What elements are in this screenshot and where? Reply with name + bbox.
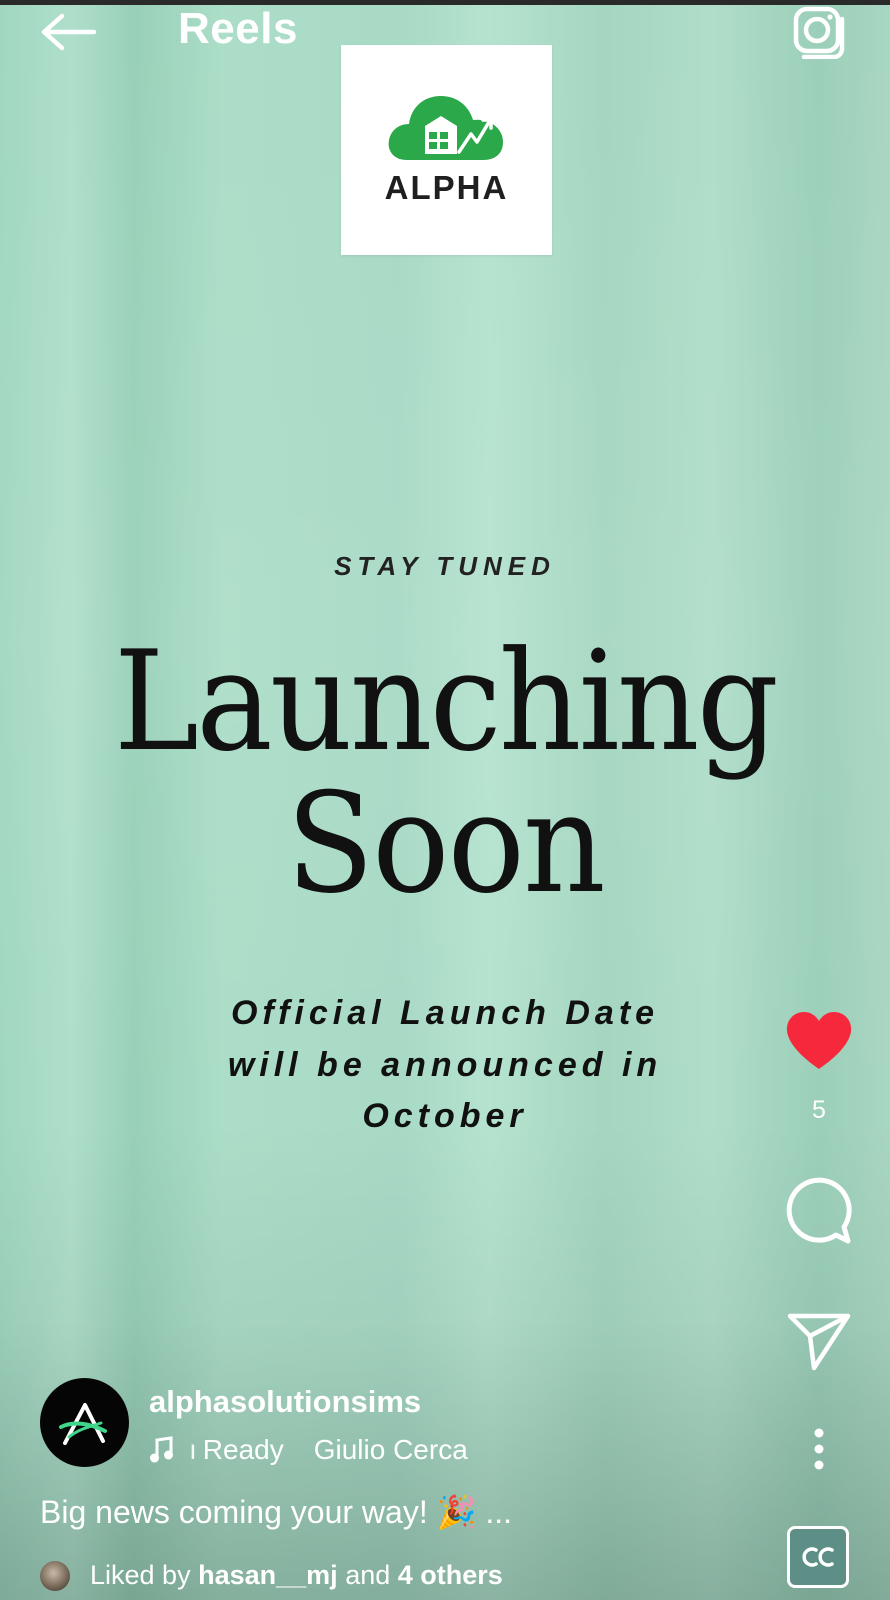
brand-logo-text: ALPHA — [384, 169, 509, 206]
headline-line-1: Launching — [113, 621, 779, 782]
launch-info-line-3: October — [362, 1097, 528, 1135]
audio-title: Ready — [202, 1434, 284, 1465]
like-button[interactable] — [780, 1010, 858, 1072]
like-count[interactable]: 5 — [780, 1096, 858, 1125]
liked-by-and: and — [345, 1560, 391, 1590]
liked-by-row[interactable]: Liked by hasan__mj and 4 others — [40, 1560, 503, 1591]
heart-filled-icon — [786, 1012, 852, 1069]
status-bar — [0, 0, 890, 5]
audio-thumbnail-button[interactable] — [787, 1526, 849, 1588]
liked-by-others[interactable]: 4 others — [398, 1560, 503, 1591]
liked-by-user[interactable]: hasan__mj — [198, 1560, 338, 1591]
launch-info-line-2: will be announced in — [227, 1046, 663, 1084]
brand-logo-card: ALPHA — [341, 45, 552, 255]
music-note-icon — [150, 1436, 173, 1463]
stay-tuned-text: STAY TUNED — [334, 551, 556, 581]
alpha-logo-avatar-icon — [58, 1402, 107, 1445]
comment-icon — [786, 1177, 852, 1244]
arrow-left-icon — [41, 13, 97, 51]
post-caption[interactable]: Big news coming your way! 🎉 ... — [40, 1493, 512, 1531]
camera-button[interactable] — [788, 4, 848, 60]
profile-avatar[interactable] — [40, 1378, 129, 1467]
more-options-button[interactable] — [780, 1424, 858, 1474]
page-title: Reels — [178, 4, 298, 53]
launch-info-line-1: Official Launch Date — [230, 994, 660, 1032]
comment-button[interactable] — [780, 1175, 858, 1249]
paper-plane-icon — [787, 1313, 851, 1371]
audio-thumbnail-gc — [802, 1547, 834, 1567]
share-button[interactable] — [780, 1308, 858, 1374]
headline-line-2: Soon — [286, 763, 606, 924]
liked-by-prefix: Liked by — [90, 1560, 191, 1590]
username[interactable]: alphasolutionsims — [149, 1384, 421, 1420]
audio-prefix: ı — [189, 1434, 197, 1465]
reels-screen: Reels ALPHA STAY TUNED Launching Soon Of… — [0, 0, 890, 1600]
back-button[interactable] — [38, 10, 100, 54]
cloud-warehouse-icon — [388, 96, 503, 160]
camera-icon — [793, 6, 845, 59]
audio-artist: Giulio Cerca — [313, 1434, 468, 1465]
liked-by-avatar — [40, 1560, 70, 1591]
audio-track[interactable]: ı Ready Giulio Cerca — [149, 1430, 481, 1470]
more-vertical-icon — [814, 1428, 824, 1470]
